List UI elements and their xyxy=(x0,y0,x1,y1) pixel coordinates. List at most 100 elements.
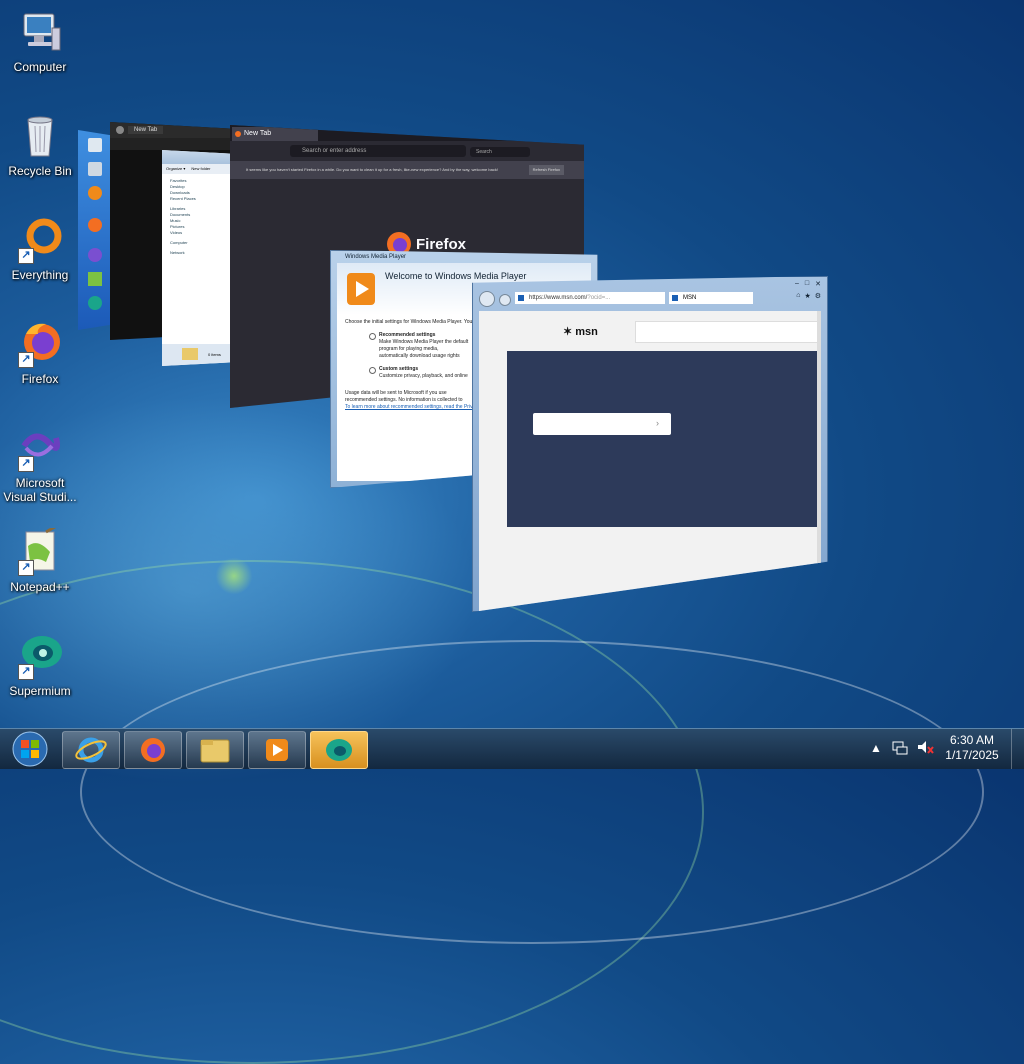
privacy-link[interactable]: To learn more about recommended settings… xyxy=(345,404,473,411)
favorites-star-icon[interactable]: ★ xyxy=(804,292,810,300)
option-description: Customize privacy, playback, and online … xyxy=(379,373,469,379)
radio-button[interactable] xyxy=(369,367,376,374)
banner-input[interactable]: › xyxy=(533,413,671,435)
notepad-plus-plus-icon: ↗ xyxy=(16,522,64,576)
firefox-icon xyxy=(88,218,102,232)
new-folder-button[interactable]: New folder xyxy=(191,166,210,172)
firefox-icon xyxy=(141,738,165,762)
taskbar-internet-explorer[interactable] xyxy=(62,731,120,769)
msn-logo: ✶ msn xyxy=(563,325,598,338)
maximize-button[interactable]: □ xyxy=(805,280,809,288)
firefox-icon: ↗ xyxy=(16,320,64,368)
media-player-icon xyxy=(347,273,375,305)
everything-icon xyxy=(88,186,102,200)
start-button[interactable] xyxy=(4,729,52,769)
welcome-heading: Welcome to Windows Media Player xyxy=(385,271,527,281)
clock-time: 6:30 AM xyxy=(949,733,995,747)
recycle-bin-icon xyxy=(16,112,64,160)
clock-date: 1/17/2025 xyxy=(945,748,999,762)
address-url: https://www.msn.com/ xyxy=(529,295,588,301)
folder-icon xyxy=(182,348,198,360)
firefox-brand: Firefox xyxy=(416,235,467,253)
visual-studio-icon: ↗ xyxy=(16,424,64,472)
desktop-icon-label: Supermium xyxy=(9,684,71,698)
forward-button[interactable] xyxy=(499,294,511,306)
back-button[interactable] xyxy=(479,291,495,307)
everything-icon: ↗ xyxy=(16,216,64,264)
nav-item[interactable]: Network xyxy=(170,250,238,256)
tab-new-tab[interactable]: New Tab xyxy=(128,126,164,134)
wallpaper-flare xyxy=(214,556,254,596)
address-placeholder: Search or enter address xyxy=(302,148,367,154)
tab-label: MSN xyxy=(683,295,697,301)
show-hidden-icons-button[interactable]: ▲ xyxy=(870,741,882,755)
shortcut-arrow-icon: ↗ xyxy=(18,664,34,680)
minimize-button[interactable]: – xyxy=(795,280,799,288)
toolbar xyxy=(110,138,230,150)
visual-studio-icon xyxy=(88,248,102,262)
desktop-icon-label: Microsoft Visual Studi... xyxy=(3,476,77,504)
notepad-plus-plus-icon xyxy=(88,272,102,286)
search-placeholder: Search xyxy=(476,149,492,155)
shortcut-arrow-icon: ↗ xyxy=(18,352,34,368)
refresh-notice-bar: It seems like you haven't started Firefo… xyxy=(230,161,584,179)
search-box[interactable]: Search xyxy=(470,147,530,157)
refresh-firefox-button[interactable]: Refresh Firefox xyxy=(528,165,564,175)
supermium-icon xyxy=(88,296,102,310)
shortcut-arrow-icon: ↗ xyxy=(18,248,34,264)
recycle-bin-icon xyxy=(88,162,102,176)
supermium-icon xyxy=(326,739,352,761)
organize-menu[interactable]: Organize ▾ xyxy=(166,166,185,172)
msn-favicon-icon xyxy=(672,295,678,301)
desktop-icon-recycle-bin[interactable]: Recycle Bin xyxy=(0,112,80,178)
supermium-icon xyxy=(116,126,124,134)
home-icon[interactable]: ⌂ xyxy=(796,292,800,300)
desktop-icon-firefox[interactable]: ↗ Firefox xyxy=(0,320,80,386)
window-internet-explorer[interactable]: – □ ✕ https://www.msn.com/?ocid=... MSN … xyxy=(472,276,828,612)
taskbar-windows-explorer[interactable] xyxy=(186,731,244,769)
desktop-icon-everything[interactable]: ↗ Everything xyxy=(0,216,80,282)
firefox-icon xyxy=(235,131,241,137)
windows-orb-icon xyxy=(12,731,48,767)
desktop-icon-label: Computer xyxy=(13,60,67,74)
desktop-icon-label: Recycle Bin xyxy=(8,164,72,178)
show-desktop-button[interactable] xyxy=(1011,729,1024,769)
option-description: Make Windows Media Player the default pr… xyxy=(379,339,469,359)
tab-msn[interactable]: MSN xyxy=(669,292,753,304)
scrollbar[interactable] xyxy=(817,311,821,611)
desktop-icon-notepad-plus-plus[interactable]: ↗ Notepad++ xyxy=(0,522,80,594)
settings-gear-icon[interactable]: ⚙ xyxy=(815,292,821,300)
taskbar-media-player[interactable] xyxy=(248,731,306,769)
status-text: 0 items xyxy=(208,352,221,357)
close-button[interactable]: ✕ xyxy=(815,280,821,288)
radio-button[interactable] xyxy=(369,333,376,340)
internet-explorer-icon xyxy=(75,737,107,763)
address-url-suffix: ?ocid=... xyxy=(587,295,611,301)
clock[interactable]: 6:30 AM 1/17/2025 xyxy=(940,733,1004,763)
taskbar-supermium[interactable] xyxy=(310,731,368,769)
volume-muted-icon[interactable] xyxy=(916,739,934,758)
desktop-icon-label: Notepad++ xyxy=(10,580,70,594)
desktop-icon-supermium[interactable]: ↗ Supermium xyxy=(0,632,80,698)
msn-butterfly-icon: ✶ xyxy=(563,326,573,338)
taskbar: ▲ 6:30 AM 1/17/2025 xyxy=(0,728,1024,769)
address-bar[interactable]: Search or enter address xyxy=(290,145,466,157)
supermium-icon: ↗ xyxy=(16,632,64,680)
shortcut-arrow-icon: ↗ xyxy=(18,560,34,576)
tab-new-tab[interactable]: New Tab xyxy=(232,127,318,141)
msn-favicon-icon xyxy=(518,295,524,301)
desktop-icon-label: Everything xyxy=(11,268,69,282)
search-input[interactable] xyxy=(635,321,821,343)
chevron-right-icon: › xyxy=(656,418,659,428)
folder-icon xyxy=(200,739,230,763)
network-icon[interactable] xyxy=(892,739,908,758)
computer-icon xyxy=(16,8,64,56)
desktop-icon-computer[interactable]: Computer xyxy=(0,8,80,74)
address-bar[interactable]: https://www.msn.com/?ocid=... xyxy=(515,292,665,304)
usage-data-text: Usage data will be sent to Microsoft if … xyxy=(345,390,463,403)
tab-label: New Tab xyxy=(244,130,272,137)
taskbar-firefox[interactable] xyxy=(124,731,182,769)
msn-logo-text: msn xyxy=(575,326,598,338)
notice-text: It seems like you haven't started Firefo… xyxy=(246,167,498,172)
desktop-icon-visual-studio[interactable]: ↗ Microsoft Visual Studi... xyxy=(0,424,80,504)
